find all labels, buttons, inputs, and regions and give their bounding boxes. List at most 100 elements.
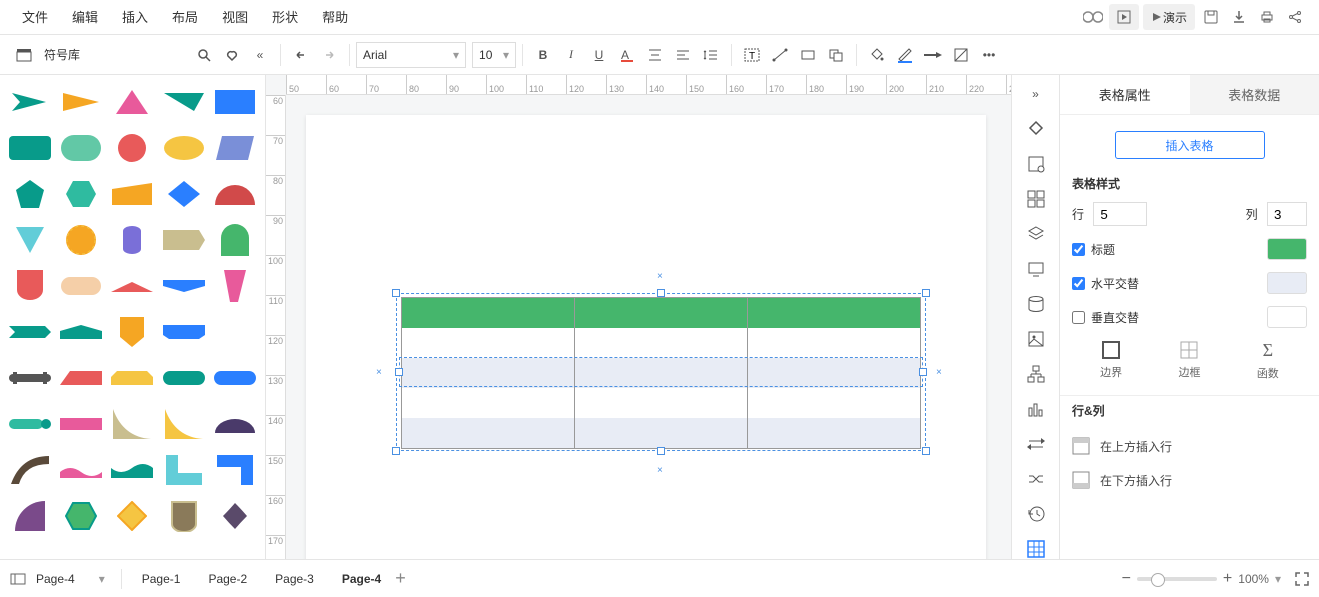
linestyle-button[interactable] [919, 41, 947, 69]
valt-checkbox[interactable] [1072, 311, 1085, 324]
linespacing-button[interactable] [697, 41, 725, 69]
shape-item[interactable] [212, 267, 259, 305]
shape-item[interactable] [109, 267, 156, 305]
rect-button[interactable] [794, 41, 822, 69]
zoom-out-button[interactable]: − [1122, 570, 1131, 588]
zoom-value[interactable]: 100% [1238, 572, 1269, 586]
sel-handle[interactable] [657, 447, 665, 455]
shape-item[interactable] [212, 497, 259, 535]
menu-shape[interactable]: 形状 [260, 0, 310, 35]
expand-icon[interactable]: » [1025, 83, 1047, 104]
shape-item[interactable] [6, 175, 53, 213]
function-button[interactable]: Σ函数 [1257, 340, 1279, 381]
shape-item[interactable] [160, 451, 207, 489]
valt-color-swatch[interactable] [1267, 306, 1307, 328]
sel-handle[interactable] [392, 289, 400, 297]
random-icon[interactable] [1025, 468, 1047, 489]
present2-icon[interactable] [1025, 258, 1047, 279]
shape-item[interactable] [109, 405, 156, 443]
add-page-button[interactable]: + [395, 568, 406, 589]
shape-item[interactable] [212, 405, 259, 443]
shape-item[interactable] [57, 359, 104, 397]
rows-input[interactable] [1093, 202, 1147, 226]
favorite-icon[interactable] [218, 41, 246, 69]
shape-item[interactable] [212, 221, 259, 259]
zoom-in-button[interactable]: + [1223, 570, 1232, 588]
shape-item[interactable] [57, 267, 104, 305]
fill-button[interactable] [863, 41, 891, 69]
menu-layout[interactable]: 布局 [160, 0, 210, 35]
present-button[interactable]: 演示 [1143, 4, 1195, 30]
header-checkbox[interactable] [1072, 243, 1085, 256]
shape-item[interactable] [160, 175, 207, 213]
textbox-button[interactable]: T [738, 41, 766, 69]
shape-item[interactable] [6, 267, 53, 305]
shape-item[interactable] [212, 451, 259, 489]
sel-handle[interactable] [392, 447, 400, 455]
tab-table-data[interactable]: 表格数据 [1190, 75, 1319, 114]
search-icon[interactable] [190, 41, 218, 69]
shape-item[interactable] [57, 221, 104, 259]
zoom-slider[interactable] [1137, 577, 1217, 581]
shape-item[interactable] [6, 405, 53, 443]
copy-button[interactable] [822, 41, 850, 69]
shape-item[interactable] [57, 175, 104, 213]
shape-item[interactable] [6, 129, 53, 167]
border-inner-button[interactable]: 边框 [1178, 340, 1200, 381]
save-icon[interactable] [1197, 3, 1225, 31]
sequence-icon[interactable] [1025, 433, 1047, 454]
halt-color-swatch[interactable] [1267, 272, 1307, 294]
shape-item[interactable] [212, 359, 259, 397]
org-icon[interactable] [1025, 363, 1047, 384]
shape-item[interactable] [57, 129, 104, 167]
sel-handle[interactable] [657, 289, 665, 297]
tab-table-attrs[interactable]: 表格属性 [1060, 75, 1190, 114]
table-tool-icon[interactable] [1025, 538, 1047, 559]
shape-item[interactable] [160, 267, 207, 305]
shape-item[interactable] [109, 175, 156, 213]
library-icon[interactable] [10, 41, 38, 69]
shape-item[interactable] [160, 313, 207, 351]
menu-insert[interactable]: 插入 [110, 0, 160, 35]
shape-item[interactable] [6, 359, 53, 397]
menu-file[interactable]: 文件 [10, 0, 60, 35]
undo-button[interactable] [287, 41, 315, 69]
shape-item[interactable] [212, 313, 259, 351]
border-outer-button[interactable]: 边界 [1100, 340, 1122, 381]
more-button[interactable]: ••• [975, 41, 1003, 69]
insert-row-above-button[interactable]: 在上方插入行 [1072, 429, 1307, 463]
shape-item[interactable] [6, 451, 53, 489]
sel-handle[interactable] [922, 447, 930, 455]
preview-button[interactable] [1109, 4, 1139, 30]
print-icon[interactable] [1253, 3, 1281, 31]
shape-item[interactable] [160, 129, 207, 167]
shape-item[interactable] [57, 83, 104, 121]
shape-item[interactable] [160, 83, 207, 121]
shape-item[interactable] [109, 451, 156, 489]
valign-button[interactable] [641, 41, 669, 69]
shape-item[interactable] [212, 83, 259, 121]
sel-handle[interactable] [922, 289, 930, 297]
settings-icon[interactable] [1025, 153, 1047, 174]
theme-icon[interactable] [1025, 118, 1047, 139]
shape-item[interactable] [109, 129, 156, 167]
insert-row-below-button[interactable]: 在下方插入行 [1072, 463, 1307, 497]
menu-help[interactable]: 帮助 [310, 0, 360, 35]
shape-item[interactable] [109, 497, 156, 535]
menu-view[interactable]: 视图 [210, 0, 260, 35]
pages-icon[interactable] [10, 573, 26, 585]
canvas-page[interactable]: × × × × [306, 115, 986, 559]
shape-item[interactable] [160, 359, 207, 397]
collapse-icon[interactable]: « [246, 41, 274, 69]
insert-table-button[interactable]: 插入表格 [1115, 131, 1265, 159]
redo-button[interactable] [315, 41, 343, 69]
shape-item[interactable] [6, 313, 53, 351]
image-icon[interactable] [1025, 328, 1047, 349]
history-icon[interactable] [1025, 503, 1047, 524]
download-icon[interactable] [1225, 3, 1253, 31]
shape-item[interactable] [57, 313, 104, 351]
chart-icon[interactable] [1025, 398, 1047, 419]
shape-item[interactable] [109, 359, 156, 397]
underline-button[interactable]: U [585, 41, 613, 69]
halt-checkbox[interactable] [1072, 277, 1085, 290]
